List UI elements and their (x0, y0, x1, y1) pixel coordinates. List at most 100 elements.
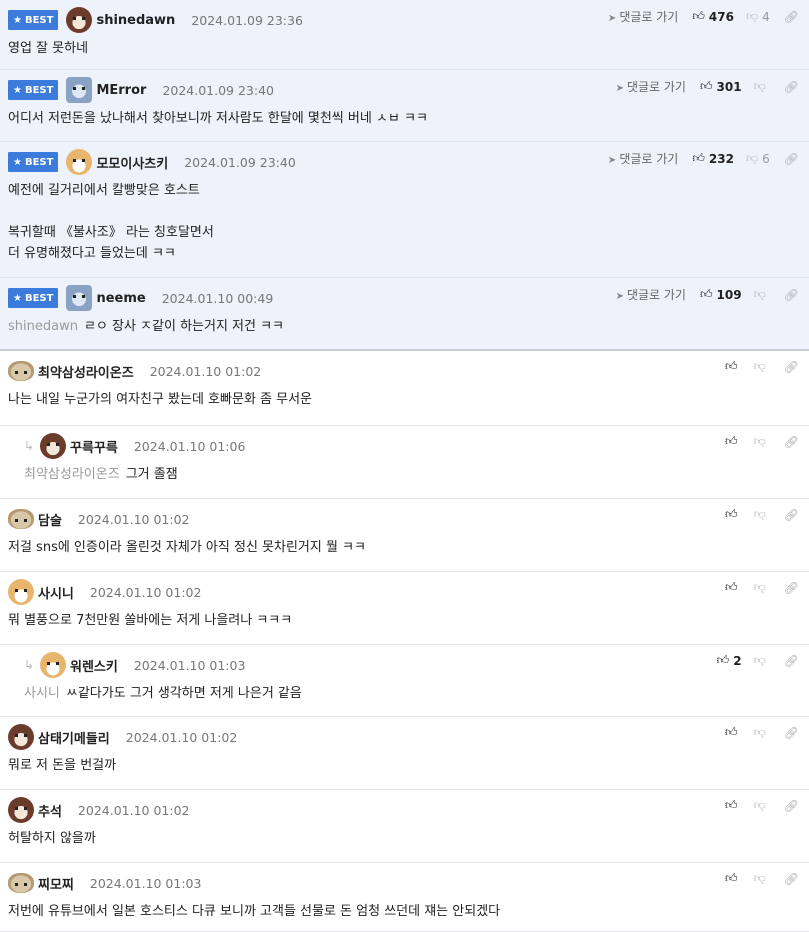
downvote-button[interactable]: 👎︎ 6 (746, 151, 770, 166)
author-nickname[interactable]: 워렌스키 (70, 656, 118, 675)
downvote-button[interactable]: 👎︎ (754, 507, 770, 522)
downvote-button[interactable]: 👎︎ (754, 580, 770, 595)
avatar-eyes (47, 662, 59, 665)
avatar-eyes (15, 589, 27, 592)
upvote-button[interactable]: 👍︎ (725, 725, 742, 740)
upvote-button[interactable]: 👍︎ (725, 434, 742, 449)
author-nickname[interactable]: 모모이사츠키 (96, 153, 168, 172)
comment-date: 2024.01.09 23:40 (162, 82, 275, 98)
avatar[interactable] (66, 149, 93, 175)
upvote-button[interactable]: 👍︎ (725, 580, 742, 595)
link-icon[interactable]: 🔗︎ (784, 799, 799, 813)
author-nickname[interactable]: 찌모찌 (38, 874, 74, 893)
comment-date: 2024.01.10 01:02 (149, 363, 262, 379)
downvote-count: 6 (762, 151, 770, 166)
link-icon[interactable]: 🔗︎ (784, 726, 799, 740)
downvote-button[interactable]: 👎︎ 4 (746, 9, 770, 24)
goto-comment-link[interactable]: ➤ 댓글로 가기 (616, 78, 686, 95)
downvote-count: 4 (762, 9, 770, 24)
comment-date: 2024.01.10 01:02 (77, 802, 190, 818)
thumbs-up-icon: 👍︎ (725, 434, 738, 448)
downvote-button[interactable]: 👎︎ (754, 725, 770, 740)
upvote-button[interactable]: 👍︎ 476 (692, 9, 734, 24)
link-icon[interactable]: 🔗︎ (784, 508, 799, 522)
downvote-button[interactable]: 👎︎ (754, 79, 770, 94)
link-icon[interactable]: 🔗︎ (784, 10, 799, 24)
author-nickname[interactable]: neeme (96, 291, 145, 306)
avatar[interactable] (8, 873, 34, 893)
downvote-button[interactable]: 👎︎ (754, 359, 770, 374)
avatar[interactable] (8, 509, 34, 529)
link-icon[interactable]: 🔗︎ (784, 872, 799, 886)
comment-body: 나는 내일 누군가의 여자친구 봤는데 호빠문화 좀 무서운 (8, 389, 799, 410)
link-icon[interactable]: 🔗︎ (784, 360, 799, 374)
avatar[interactable] (66, 77, 93, 103)
send-icon: ➤ (607, 155, 617, 166)
upvote-count: 232 (708, 151, 734, 166)
upvote-button[interactable]: 👍︎ 232 (692, 151, 734, 166)
comment-text: 영업 잘 못하네 (8, 41, 89, 56)
downvote-button[interactable]: 👎︎ (754, 798, 770, 813)
comment-header: 찌모찌 2024.01.10 01:03 (8, 872, 201, 894)
avatar[interactable] (8, 797, 34, 823)
avatar[interactable] (66, 7, 93, 33)
link-icon[interactable]: 🔗︎ (784, 152, 799, 166)
comment: 담술 2024.01.10 01:02 👍︎ 👎︎ 🔗︎ 저걸 sns에 인증이라 올린것… (0, 499, 809, 572)
mention-nickname[interactable]: shinedawn (8, 319, 78, 334)
upvote-count: 2 (733, 653, 742, 668)
author-nickname[interactable]: 담술 (38, 510, 62, 529)
downvote-button[interactable]: 👎︎ (754, 434, 770, 449)
author-nickname[interactable]: 최약삼성라이온즈 (38, 362, 134, 381)
goto-comment-link[interactable]: ➤ 댓글로 가기 (608, 8, 678, 25)
mention-nickname[interactable]: 최약삼성라이온즈 (24, 467, 120, 482)
link-icon[interactable]: 🔗︎ (784, 435, 799, 449)
author-nickname[interactable]: MError (96, 83, 146, 98)
avatar[interactable] (8, 724, 34, 750)
star-icon: ★ (13, 156, 22, 168)
comment-header: ★ BEST MError 2024.01.09 23:40 (8, 77, 275, 103)
upvote-button[interactable]: 👍︎ (725, 507, 742, 522)
author-nickname[interactable]: 삼태기메들리 (38, 728, 110, 747)
author-nickname[interactable]: 사시니 (38, 583, 74, 602)
avatar[interactable] (8, 361, 34, 381)
comment-text: 그거 졸잼 (125, 467, 178, 482)
upvote-button[interactable]: 👍︎ 301 (700, 79, 742, 94)
comment-body: 사시니 ㅆ같다가도 그거 생각하면 저게 나은거 같음 (24, 683, 799, 704)
downvote-button[interactable]: 👎︎ (754, 287, 770, 302)
comment-body: 어디서 저런돈을 났나해서 찾아보니까 저사람도 한달에 몇천씩 버네 ㅅㅂ ㅋ… (8, 108, 799, 129)
best-label: BEST (24, 292, 54, 304)
goto-comment-link[interactable]: ➤ 댓글로 가기 (608, 150, 678, 167)
comment-actions: 👍︎ 2 👎︎ 🔗︎ (717, 653, 799, 668)
author-nickname[interactable]: shinedawn (96, 13, 175, 28)
avatar[interactable] (8, 579, 34, 605)
avatar[interactable] (40, 433, 66, 459)
downvote-button[interactable]: 👎︎ (754, 653, 770, 668)
author-nickname[interactable]: 추석 (38, 801, 62, 820)
best-label: BEST (24, 84, 54, 96)
thumbs-up-icon: 👍︎ (699, 287, 713, 301)
upvote-button[interactable]: 👍︎ (725, 359, 742, 374)
thumbs-down-icon: 👎︎ (753, 507, 766, 521)
goto-comment-link[interactable]: ➤ 댓글로 가기 (616, 286, 686, 303)
link-icon[interactable]: 🔗︎ (784, 581, 799, 595)
comment-header: ↳ 꾸륵꾸륵 2024.01.10 01:06 (24, 433, 245, 459)
avatar[interactable] (40, 652, 66, 678)
link-icon[interactable]: 🔗︎ (784, 288, 799, 302)
mention-nickname[interactable]: 사시니 (24, 686, 60, 701)
comment-header: ★ BEST neeme 2024.01.10 00:49 (8, 285, 273, 311)
comment-text: ㅆ같다가도 그거 생각하면 저게 나은거 같음 (65, 686, 302, 701)
link-icon[interactable]: 🔗︎ (784, 80, 799, 94)
downvote-button[interactable]: 👎︎ (754, 871, 770, 886)
comment-body: 뭐로 저 돈을 번걸까 (8, 755, 799, 776)
comment-actions: 👍︎ 👎︎ 🔗︎ (725, 580, 799, 595)
thumbs-down-icon: 👎︎ (753, 798, 766, 812)
upvote-button[interactable]: 👍︎ 109 (700, 287, 742, 302)
link-icon[interactable]: 🔗︎ (784, 654, 799, 668)
best-badge: ★ BEST (8, 10, 59, 30)
upvote-button[interactable]: 👍︎ (725, 871, 742, 886)
upvote-button[interactable]: 👍︎ (725, 798, 742, 813)
comment-header: ★ BEST 모모이사츠키 2024.01.09 23:40 (8, 149, 296, 175)
avatar[interactable] (66, 285, 93, 311)
upvote-button[interactable]: 👍︎ 2 (717, 653, 742, 668)
author-nickname[interactable]: 꾸륵꾸륵 (70, 437, 118, 456)
